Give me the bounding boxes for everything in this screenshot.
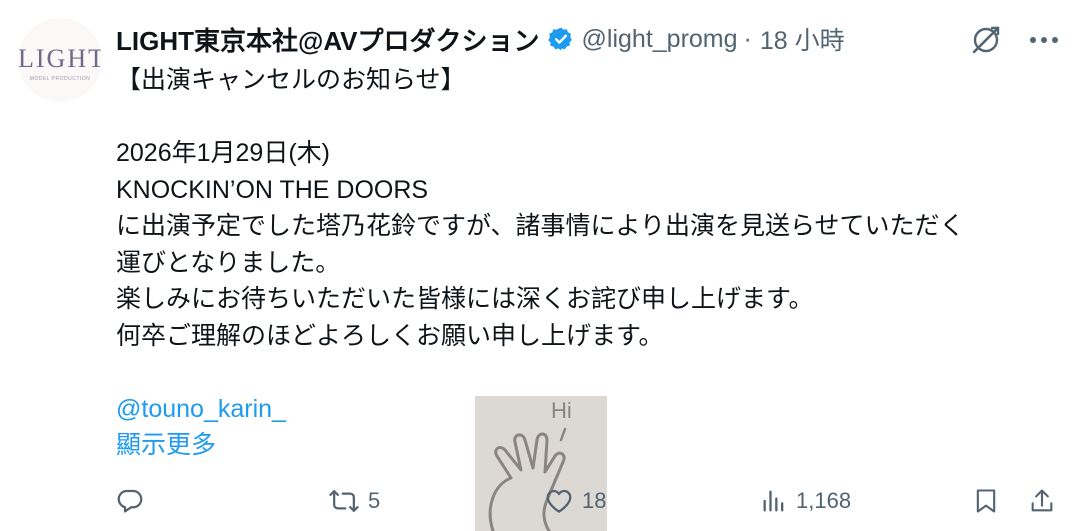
tweet-line: 楽しみにお待ちいただいた皆様には深くお詫び申し上げます。 [116, 285, 814, 313]
reply-icon [117, 489, 143, 513]
reply-button[interactable] [115, 480, 153, 522]
views-button[interactable]: 1,168 [760, 480, 851, 522]
separator-dot: · [743, 24, 752, 53]
like-icon [546, 489, 572, 513]
share-icon [1031, 489, 1053, 512]
avatar-logo: LIGHT [18, 44, 102, 73]
grok-icon[interactable] [968, 22, 1004, 58]
avatar[interactable]: LIGHT MODEL PRODUCTION [18, 18, 102, 102]
share-button[interactable] [1028, 480, 1056, 522]
author-handle[interactable]: @light_promg [582, 25, 738, 54]
like-count: 18 [582, 488, 607, 513]
retweet-icon [329, 490, 359, 512]
more-icon[interactable] [1026, 22, 1062, 58]
bookmark-icon [976, 489, 996, 513]
retweet-count: 5 [368, 488, 381, 513]
tweet-line: 運びとなりました。 [116, 248, 341, 277]
header-actions [968, 22, 1062, 58]
views-count: 1,168 [796, 488, 852, 513]
tweet-line: 何卒ご理解のほどよろしくお願い申し上げます。 [116, 321, 664, 350]
bookmark-button[interactable] [972, 480, 1000, 522]
retweet-button[interactable]: 5 [328, 480, 380, 522]
views-icon [763, 490, 784, 512]
author-display-name[interactable]: LIGHT東京本社@AVプロダクション [116, 21, 540, 58]
tweet-timestamp[interactable]: 18 小時 [760, 21, 845, 57]
tweet-line: に出演予定でした塔乃花鈴ですが、諸事情により出演を見送らせていただく [116, 212, 965, 240]
verified-badge-icon [547, 27, 572, 51]
tweet-header: LIGHT東京本社@AVプロダクション @light_promg · 18 小時 [116, 20, 845, 58]
media-hi-text: Hi [551, 398, 572, 423]
like-button[interactable]: 18 [544, 480, 606, 522]
tweet-line: KNOCKIN’ON THE DOORS [116, 175, 429, 204]
tweet-line: 【出演キャンセルのお知らせ】 [116, 66, 466, 94]
tweet-line: 2026年1月29日(木) [116, 139, 330, 167]
avatar-logo-subtitle: MODEL PRODUCTION [29, 76, 91, 82]
tweet-actions: 5 18 1,168 [0, 480, 1080, 522]
